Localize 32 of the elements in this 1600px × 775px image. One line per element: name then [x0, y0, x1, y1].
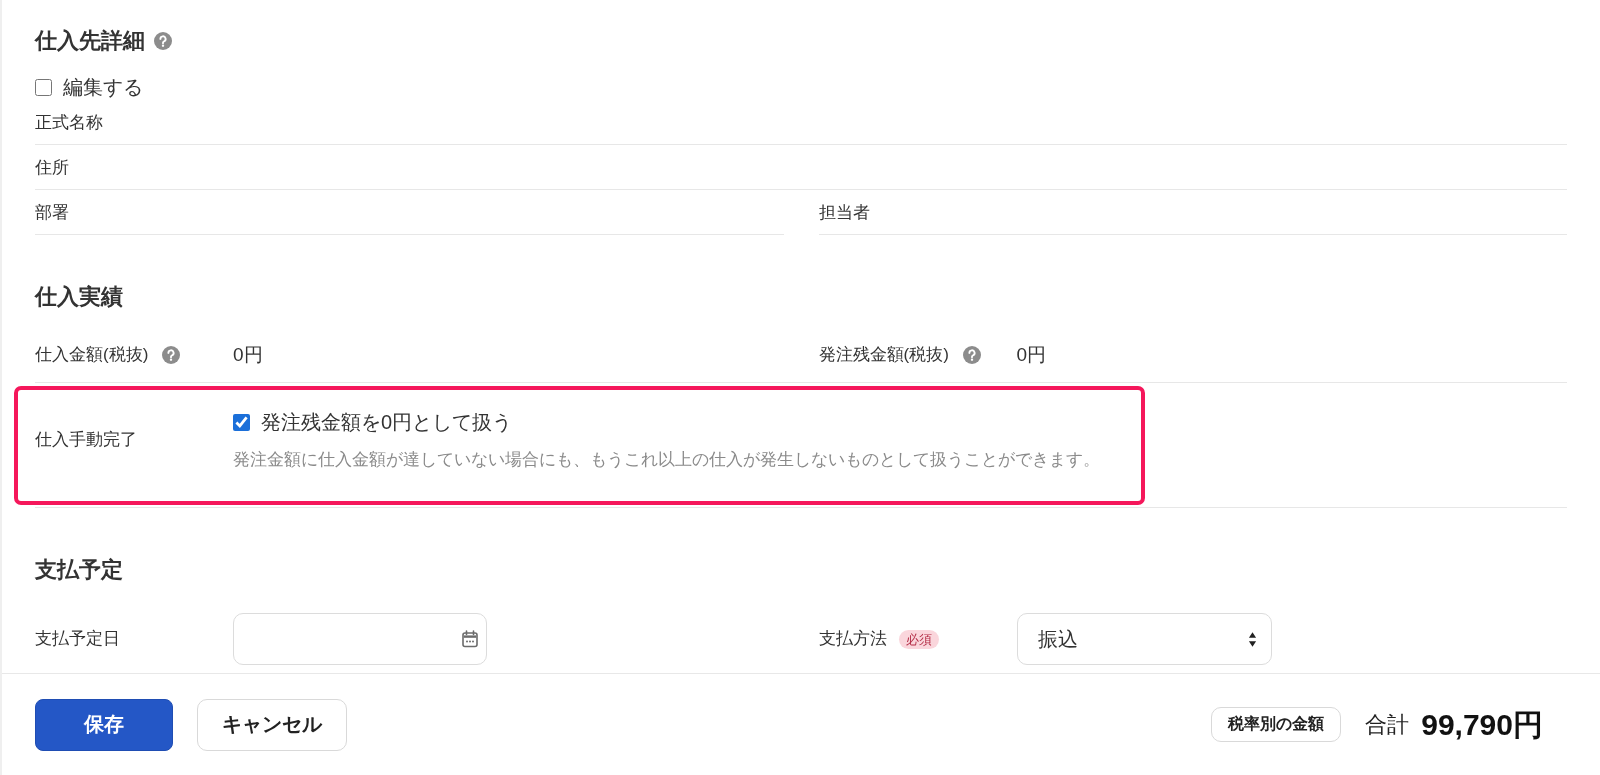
- checkbox-label[interactable]: 編集する: [63, 74, 143, 100]
- checkbox-description: 発注金額に仕入金額が達していない場合にも、もうこれ以上の仕入が発生しないものとして扱うことができます。: [233, 450, 1100, 469]
- checkbox-label[interactable]: 発注残金額を0円として扱う: [261, 409, 513, 435]
- help-icon[interactable]: [162, 346, 181, 364]
- section-title: 支払予定: [35, 556, 123, 584]
- total-label: 合計: [1365, 710, 1410, 739]
- field-label: 住所: [35, 158, 69, 177]
- required-badge: 必須: [898, 629, 939, 649]
- amount-value: 0円: [233, 343, 263, 367]
- amount-value: 0円: [1016, 343, 1047, 367]
- checkbox[interactable]: [35, 78, 52, 96]
- field-label: 仕入手動完了: [35, 429, 137, 449]
- checkbox[interactable]: [233, 413, 250, 431]
- help-icon[interactable]: [962, 346, 981, 364]
- updown-caret-icon: [1247, 630, 1257, 648]
- amount-label: 発注残金額(税抜): [818, 344, 949, 366]
- help-icon[interactable]: [154, 32, 172, 50]
- calendar-icon[interactable]: [461, 630, 479, 648]
- cancel-button[interactable]: キャンセル: [197, 698, 347, 751]
- total-amount: 99,790円: [1421, 706, 1543, 743]
- save-button[interactable]: 保存: [35, 698, 173, 751]
- field-label: 担当者: [818, 203, 870, 222]
- amount-label: 仕入金額(税抜): [35, 344, 149, 366]
- section-title: 仕入実績: [35, 283, 123, 311]
- field-label: 部署: [35, 203, 69, 222]
- select-field[interactable]: 振込: [1016, 613, 1272, 665]
- section-title: 仕入先詳細: [35, 27, 145, 55]
- field-label: 正式名称: [35, 113, 103, 132]
- date-field[interactable]: [233, 613, 487, 665]
- field-label: 支払方法: [818, 628, 887, 650]
- field-label: 支払予定日: [35, 628, 120, 650]
- tax-breakdown-button[interactable]: 税率別の金額: [1211, 707, 1342, 742]
